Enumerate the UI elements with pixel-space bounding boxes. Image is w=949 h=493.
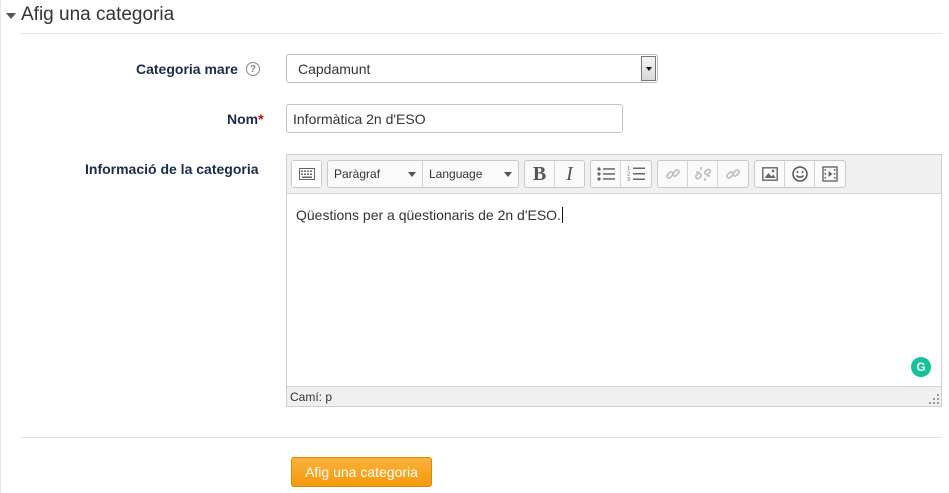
paragraph-dropdown[interactable]: Paràgraf bbox=[328, 161, 423, 187]
header-divider bbox=[20, 33, 942, 34]
insert-image-button[interactable] bbox=[755, 161, 785, 187]
editor-content[interactable]: Qüestions per a qüestionaris de 2n d'ESO… bbox=[296, 207, 563, 223]
section-header[interactable]: Afig una categoria bbox=[6, 2, 174, 28]
rich-text-editor[interactable]: Paràgraf Language B I 123 Qüestions per … bbox=[286, 154, 942, 407]
keyboard-icon bbox=[298, 168, 315, 180]
parent-category-label: Categoria mare bbox=[136, 61, 238, 77]
left-border bbox=[0, 0, 1, 493]
section-title: Afig una categoria bbox=[21, 4, 175, 25]
insert-media-button[interactable] bbox=[815, 161, 845, 187]
insert-emoticon-button[interactable] bbox=[785, 161, 815, 187]
name-input[interactable] bbox=[286, 104, 623, 133]
paragraph-label: Paràgraf bbox=[334, 167, 381, 181]
bullet-list-button[interactable] bbox=[591, 161, 621, 187]
bold-button[interactable]: B bbox=[525, 161, 555, 187]
numbered-list-button[interactable]: 123 bbox=[621, 161, 651, 187]
category-info-label: Informació de la categoria bbox=[85, 161, 259, 177]
language-label: Language bbox=[429, 167, 483, 181]
name-label: Nom bbox=[227, 111, 259, 127]
link-group bbox=[657, 160, 749, 188]
anchor-link-icon bbox=[726, 169, 740, 179]
list-group: 123 bbox=[590, 160, 652, 188]
svg-text:3: 3 bbox=[627, 177, 630, 182]
editor-content-text: Qüestions per a qüestionaris de 2n d'ESO… bbox=[296, 207, 561, 223]
collapse-triangle-icon[interactable] bbox=[6, 13, 16, 19]
smiley-icon bbox=[791, 166, 808, 182]
media-group bbox=[754, 160, 846, 188]
format-group: Paràgraf Language bbox=[327, 160, 519, 188]
chevron-down-icon bbox=[408, 171, 416, 177]
form-divider bbox=[20, 437, 942, 438]
style-group: B I bbox=[524, 160, 585, 188]
required-marker: * bbox=[258, 111, 264, 127]
italic-button[interactable]: I bbox=[555, 161, 584, 187]
parent-category-select[interactable]: Capdamunt bbox=[286, 54, 658, 83]
editor-toolbar: Paràgraf Language B I 123 bbox=[287, 155, 941, 194]
add-category-button[interactable]: Afig una categoria bbox=[291, 457, 432, 487]
bold-icon: B bbox=[532, 162, 547, 185]
editor-statusbar: Camí: p bbox=[287, 386, 941, 406]
unlink-icon bbox=[694, 167, 711, 181]
grammarly-icon[interactable]: G bbox=[911, 357, 931, 377]
bullet-list-icon bbox=[596, 167, 615, 181]
chevron-down-icon bbox=[504, 171, 512, 177]
text-cursor bbox=[561, 207, 563, 223]
link-icon bbox=[665, 169, 680, 179]
toolbar-toggle-button[interactable] bbox=[292, 161, 321, 187]
help-icon[interactable]: ? bbox=[245, 62, 260, 76]
link-button[interactable] bbox=[658, 161, 688, 187]
numbered-list-icon: 123 bbox=[627, 166, 645, 182]
toolbar-toggle-group bbox=[291, 160, 322, 188]
select-arrow-icon[interactable] bbox=[641, 56, 656, 81]
parent-category-value: Capdamunt bbox=[298, 61, 371, 77]
italic-icon: I bbox=[566, 162, 573, 185]
language-dropdown[interactable]: Language bbox=[423, 161, 518, 187]
parent-row-label: Categoria mare ? bbox=[136, 61, 260, 77]
film-icon bbox=[822, 166, 838, 182]
unlink-button[interactable] bbox=[688, 161, 718, 187]
image-icon bbox=[761, 167, 778, 181]
anchor-button[interactable] bbox=[718, 161, 748, 187]
name-row-label: Nom* bbox=[227, 111, 264, 127]
element-path: Camí: p bbox=[290, 390, 333, 404]
resize-grip-icon[interactable] bbox=[929, 394, 939, 404]
